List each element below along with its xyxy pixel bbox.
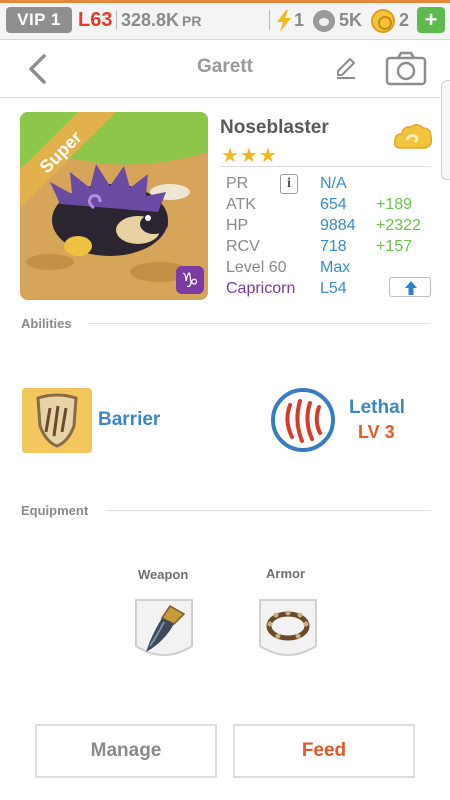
stat-row-pr: PR N/A bbox=[226, 174, 436, 194]
stat-row-level: Level 60 Max bbox=[226, 258, 436, 278]
paw-icon bbox=[313, 10, 335, 33]
coin-counter[interactable]: 2 bbox=[371, 7, 410, 34]
equipment-heading: Equipment bbox=[21, 503, 89, 518]
barrier-ability-icon[interactable] bbox=[22, 388, 92, 453]
zodiac-upgrade-button[interactable] bbox=[389, 277, 431, 297]
coin-icon bbox=[371, 9, 395, 34]
add-currency-button[interactable]: + bbox=[417, 7, 445, 33]
zodiac-label: Capricorn bbox=[226, 280, 296, 297]
barrier-ability-name[interactable]: Barrier bbox=[98, 409, 160, 431]
zodiac-level: L54 bbox=[320, 280, 347, 297]
stat-label: HP bbox=[226, 217, 249, 234]
stat-value: Max bbox=[320, 259, 351, 276]
element-cloud-icon[interactable] bbox=[393, 122, 433, 154]
manage-button[interactable]: Manage bbox=[35, 724, 217, 778]
paw-value: 5K bbox=[339, 10, 363, 30]
camera-icon[interactable] bbox=[385, 50, 427, 86]
stat-row-rcv: RCV 718 +157 bbox=[226, 237, 436, 257]
lethal-ability-name[interactable]: Lethal bbox=[349, 397, 405, 419]
energy-value: 1 bbox=[294, 10, 305, 30]
stat-label: ATK bbox=[226, 196, 256, 213]
weapon-label: Weapon bbox=[138, 567, 189, 582]
status-divider bbox=[269, 10, 270, 30]
pet-name: Noseblaster bbox=[220, 117, 329, 138]
paw-counter[interactable]: 5K bbox=[313, 7, 362, 33]
abilities-heading: Abilities bbox=[21, 316, 72, 331]
shield-claw-icon bbox=[22, 388, 92, 453]
stat-bonus: +157 bbox=[376, 238, 413, 255]
status-divider bbox=[116, 10, 117, 30]
info-icon[interactable]: i bbox=[280, 174, 298, 194]
lightning-icon bbox=[277, 10, 291, 33]
page-title: Garett bbox=[197, 56, 253, 77]
player-pr-unit: PR bbox=[182, 13, 202, 29]
stat-value: 718 bbox=[320, 238, 347, 255]
player-pr: 328.8K PR bbox=[121, 7, 202, 33]
status-accent-line bbox=[0, 0, 450, 3]
edit-pencil-icon[interactable] bbox=[332, 54, 360, 82]
name-divider bbox=[220, 166, 431, 167]
stat-bonus: +2322 bbox=[376, 217, 421, 234]
section-divider bbox=[88, 323, 431, 324]
stat-row-atk: ATK 654 +189 bbox=[226, 195, 436, 215]
stat-value: N/A bbox=[320, 175, 347, 192]
stat-value: 654 bbox=[320, 196, 347, 213]
lethal-claw-icon[interactable] bbox=[270, 387, 336, 453]
vip-badge[interactable]: VIP 1 bbox=[6, 7, 72, 33]
weapon-claw-icon[interactable] bbox=[130, 594, 198, 666]
stat-row-hp: HP 9884 +2322 bbox=[226, 216, 436, 236]
side-drawer-handle[interactable] bbox=[441, 80, 450, 180]
energy-counter[interactable]: 1 bbox=[276, 7, 304, 33]
pet-stars: ★★★ bbox=[221, 145, 278, 167]
stat-label: PR bbox=[226, 175, 249, 192]
arrow-up-icon bbox=[405, 281, 417, 295]
player-pr-value: 328.8K bbox=[121, 10, 180, 30]
stat-value: 9884 bbox=[320, 217, 356, 234]
stat-label: RCV bbox=[226, 238, 260, 255]
page-header: Garett bbox=[0, 40, 450, 98]
lethal-ability-level: LV 3 bbox=[358, 422, 395, 442]
armor-label: Armor bbox=[266, 566, 306, 581]
stat-bonus: +189 bbox=[376, 196, 413, 213]
status-bar: VIP 1 L63 328.8K PR 1 5K 2 + bbox=[0, 0, 450, 40]
zodiac-badge: ♑ bbox=[176, 266, 204, 294]
player-level: L63 bbox=[78, 9, 113, 31]
stat-label: Level 60 bbox=[226, 259, 287, 276]
feed-button[interactable]: Feed bbox=[233, 724, 415, 778]
section-divider bbox=[106, 510, 431, 511]
pet-portrait[interactable]: Super ♑ bbox=[20, 112, 208, 300]
coin-value: 2 bbox=[399, 10, 410, 30]
armor-collar-icon[interactable] bbox=[254, 594, 322, 666]
